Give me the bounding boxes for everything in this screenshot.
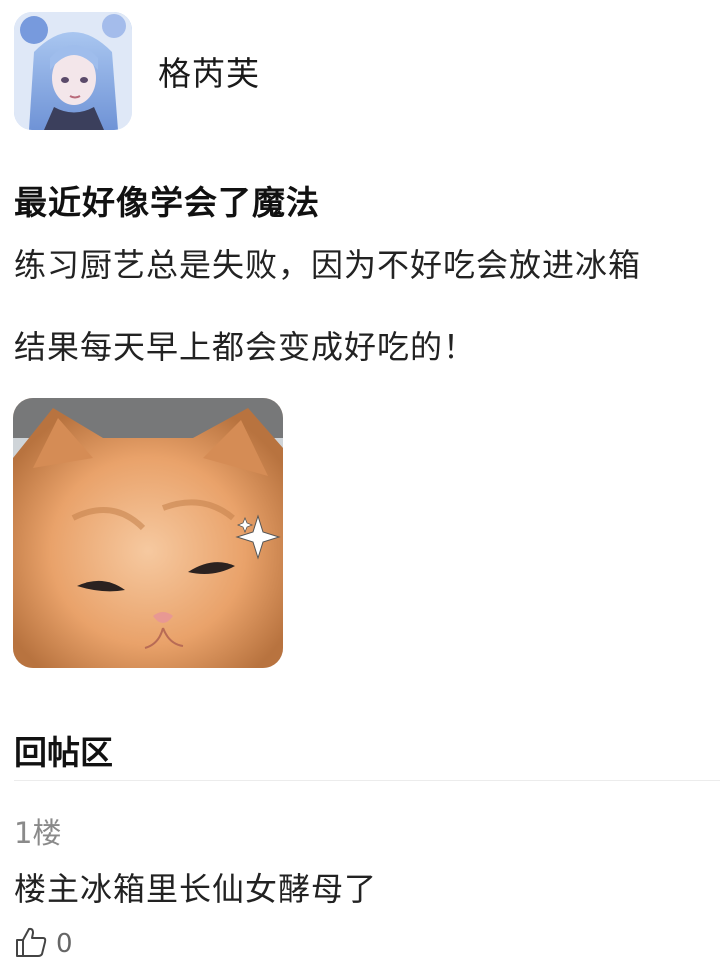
section-divider xyxy=(14,780,720,781)
replies-section-title: 回帖区 xyxy=(14,733,113,772)
kitten-photo xyxy=(13,398,283,668)
post-image[interactable] xyxy=(13,398,283,668)
like-button[interactable]: 0 xyxy=(14,926,73,962)
avatar-image xyxy=(14,12,132,130)
reply-floor-number: 1楼 xyxy=(14,816,62,850)
post-body-line-2: 结果每天早上都会变成好吃的！ xyxy=(14,328,477,366)
like-count: 0 xyxy=(56,929,73,959)
author-name[interactable]: 格芮芙 xyxy=(158,47,260,95)
thumbs-up-icon xyxy=(14,926,48,962)
post-title: 最近好像学会了魔法 xyxy=(14,183,320,222)
author-avatar[interactable] xyxy=(14,12,132,130)
reply-text: 楼主冰箱里长仙女酵母了 xyxy=(14,870,378,908)
post-header: 格芮芙 xyxy=(14,12,260,130)
post-body-line-1: 练习厨艺总是失败，因为不好吃会放进冰箱 xyxy=(14,246,642,284)
